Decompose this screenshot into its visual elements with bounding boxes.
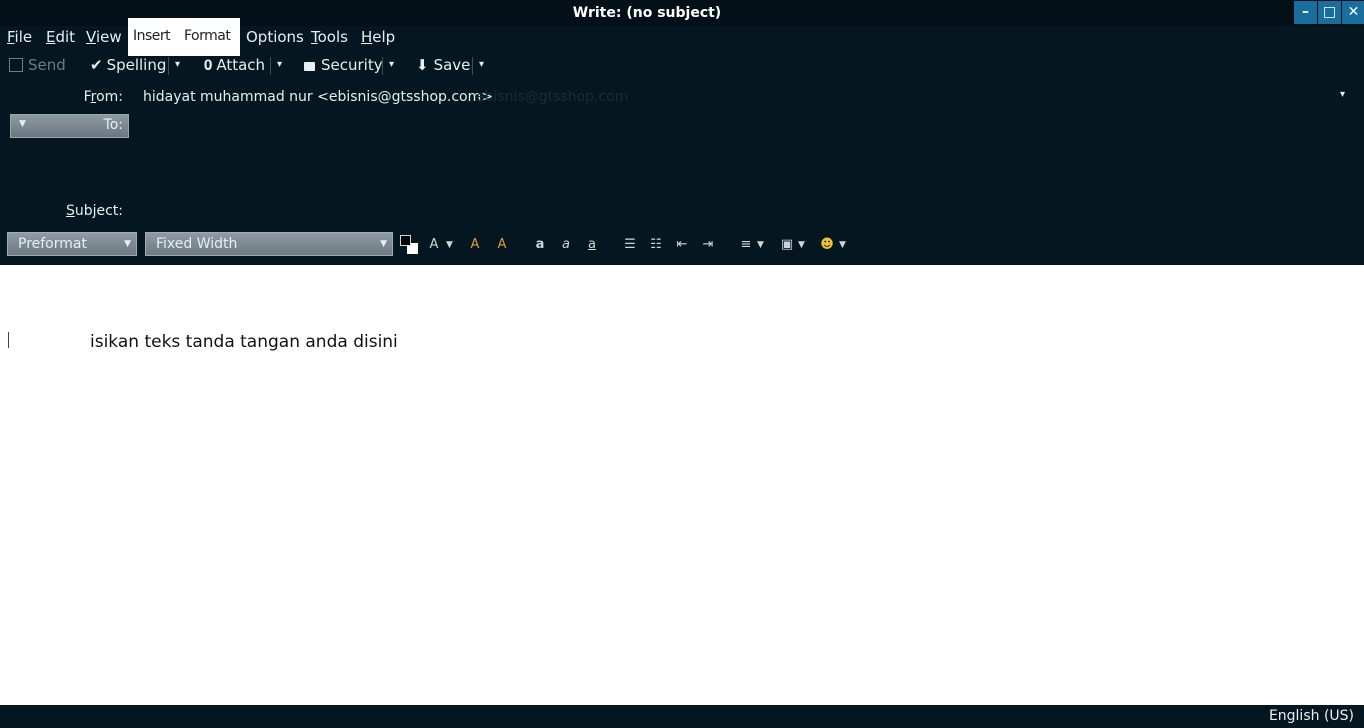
- menu-file-label: ile: [14, 28, 33, 46]
- menu-file[interactable]: File: [7, 26, 32, 48]
- chevron-down-icon: ▼: [380, 239, 387, 249]
- attach-dropdown-arrow[interactable]: ▾: [277, 54, 282, 76]
- subject-input[interactable]: [135, 200, 1355, 224]
- menu-format[interactable]: Format: [184, 28, 231, 44]
- from-label: From:: [83, 89, 123, 105]
- attach-button[interactable]: 𝟎 Attach: [204, 54, 265, 76]
- recipient-type-select[interactable]: ▼ To:: [10, 114, 129, 138]
- text-color-picker[interactable]: [400, 235, 418, 254]
- minimize-button[interactable]: –: [1294, 1, 1317, 24]
- menu-help[interactable]: Help: [361, 26, 395, 48]
- spelling-dropdown-arrow[interactable]: ▾: [175, 54, 180, 76]
- message-body-editor[interactable]: [0, 265, 1364, 705]
- from-address-hint: ebisnis@gtsshop.com: [476, 89, 629, 105]
- security-button[interactable]: Security: [304, 54, 383, 76]
- bulleted-list-icon[interactable]: ☰: [622, 236, 638, 254]
- chevron-down-icon: ▼: [124, 239, 131, 249]
- spellcheck-language[interactable]: English (US): [1269, 705, 1354, 728]
- bold-icon[interactable]: a: [533, 236, 547, 254]
- from-identity-select[interactable]: hidayat muhammad nur <ebisnis@gtsshop.co…: [143, 89, 493, 105]
- menu-options[interactable]: Options: [246, 26, 304, 48]
- toolbar-separator: [472, 57, 473, 75]
- download-arrow-icon: ⬇: [416, 56, 429, 74]
- signature-text: isikan teks tanda tangan anda disini: [90, 332, 398, 352]
- smiley-dropdown-arrow[interactable]: ▼: [839, 236, 846, 254]
- save-dropdown-arrow[interactable]: ▾: [479, 54, 484, 76]
- subject-label: Subject:: [65, 203, 123, 219]
- save-button[interactable]: ⬇ Save: [416, 54, 470, 76]
- italic-icon[interactable]: a: [559, 236, 573, 254]
- toolbar-separator: [382, 57, 383, 75]
- checkmark-icon: ✔: [90, 56, 103, 74]
- font-size-dropdown-arrow[interactable]: ▼: [446, 236, 453, 254]
- underline-icon[interactable]: a: [585, 236, 599, 254]
- text-caret: [8, 332, 9, 348]
- smaller-text-icon[interactable]: A: [467, 236, 483, 254]
- status-bar: English (US): [0, 705, 1364, 728]
- spelling-button[interactable]: ✔ Spelling: [90, 54, 166, 76]
- insert-dropdown-arrow[interactable]: ▼: [798, 236, 805, 254]
- font-size-icon[interactable]: A: [426, 236, 442, 254]
- insert-image-icon[interactable]: ▣: [778, 236, 796, 254]
- paperclip-icon: 𝟎: [204, 56, 213, 74]
- menu-insert-format-highlight: Insert Format: [128, 18, 240, 56]
- close-button[interactable]: ✕: [1342, 1, 1364, 24]
- foreground-color-swatch: [400, 235, 411, 246]
- indent-icon[interactable]: ⇥: [700, 236, 716, 254]
- toolbar-separator: [270, 57, 271, 75]
- recipient-input[interactable]: [135, 114, 1355, 194]
- font-family-select[interactable]: Fixed Width ▼: [145, 232, 393, 256]
- align-left-icon[interactable]: ≡: [738, 236, 754, 254]
- send-icon: [9, 58, 23, 72]
- menu-view[interactable]: View: [86, 26, 122, 48]
- from-dropdown-arrow[interactable]: ▾: [1340, 89, 1345, 100]
- send-button[interactable]: Send: [9, 54, 66, 76]
- maximize-button[interactable]: □: [1318, 1, 1341, 24]
- menu-edit[interactable]: Edit: [46, 26, 75, 48]
- alignment-dropdown-arrow[interactable]: ▼: [757, 236, 764, 254]
- toolbar-separator: [168, 57, 169, 75]
- menu-insert[interactable]: Insert: [133, 28, 171, 44]
- outdent-icon[interactable]: ⇤: [674, 236, 690, 254]
- lock-icon: [304, 62, 315, 71]
- menu-tools[interactable]: Tools: [311, 26, 348, 48]
- larger-text-icon[interactable]: A: [494, 236, 510, 254]
- paragraph-style-select[interactable]: Preformat ▼: [7, 232, 137, 256]
- smiley-icon[interactable]: ☻: [818, 236, 836, 254]
- numbered-list-icon[interactable]: ☷: [648, 236, 664, 254]
- chevron-down-icon: ▼: [19, 119, 26, 129]
- security-dropdown-arrow[interactable]: ▾: [389, 54, 394, 76]
